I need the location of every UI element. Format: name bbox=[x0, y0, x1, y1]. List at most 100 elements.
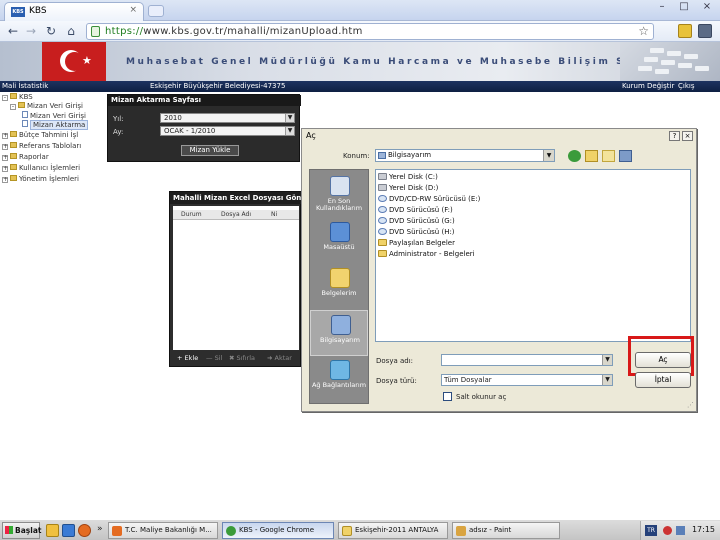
new-folder-icon[interactable] bbox=[602, 150, 615, 162]
start-button[interactable]: Başlat bbox=[2, 522, 41, 539]
tree-item-mizan-aktarma[interactable]: Mizan Aktarma bbox=[22, 120, 89, 130]
upload-toolbar: + Ekle — Sil ✖ Sıfırla ➜ Aktar bbox=[173, 352, 299, 364]
chevron-down-icon: ▼ bbox=[543, 150, 554, 161]
view-menu-icon[interactable] bbox=[619, 150, 632, 162]
folder-icon bbox=[342, 526, 352, 536]
tab-kbs[interactable]: KBS KBS × bbox=[4, 2, 144, 21]
ay-select[interactable]: OCAK - 1/2010 ▼ bbox=[160, 126, 295, 136]
quicklaunch-icon[interactable] bbox=[46, 524, 59, 537]
file-item-drive-c[interactable]: Yerel Disk (C:) bbox=[378, 172, 438, 182]
column-dosya-adi[interactable]: Dosya Adı bbox=[221, 210, 251, 220]
help-button[interactable]: ? bbox=[669, 131, 680, 141]
minimize-button[interactable]: – bbox=[652, 0, 672, 15]
mizan-aktarma-panel: Mizan Aktarma Sayfası Yıl: 2010 ▼ Ay: OCA… bbox=[107, 94, 301, 162]
dosya-adi-label: Dosya adı: bbox=[376, 357, 414, 365]
collapse-icon: - bbox=[2, 94, 8, 101]
url-text: https://www.kbs.gov.tr/mahalli/mizanUplo… bbox=[105, 26, 363, 37]
folder-icon bbox=[18, 102, 25, 108]
computer-icon bbox=[331, 315, 351, 335]
network-icon bbox=[330, 360, 350, 380]
mizan-yukle-button[interactable]: Mizan Yükle bbox=[181, 145, 239, 156]
column-ni[interactable]: Ni bbox=[271, 210, 277, 220]
up-folder-icon[interactable] bbox=[585, 150, 598, 162]
reload-icon[interactable]: ↻ bbox=[44, 23, 58, 39]
firefox-icon[interactable] bbox=[78, 524, 91, 537]
konum-select[interactable]: Bilgisayarım ▼ bbox=[375, 149, 555, 162]
dosya-adi-input[interactable]: ▼ bbox=[441, 354, 613, 366]
place-desktop[interactable]: Masaüstü bbox=[310, 218, 368, 264]
wrench-menu-icon[interactable] bbox=[698, 24, 712, 38]
new-tab-button[interactable] bbox=[148, 5, 164, 17]
bookmark-star-icon[interactable]: ☆ bbox=[638, 24, 649, 38]
place-network[interactable]: Ağ Bağlantılarım bbox=[310, 356, 368, 402]
dosya-turu-select[interactable]: Tüm Dosyalar ▼ bbox=[441, 374, 613, 386]
expand-icon: + bbox=[2, 165, 9, 172]
firefox-icon bbox=[112, 526, 122, 536]
tree-item-butce[interactable]: + Bütçe Tahmini İşl bbox=[2, 131, 78, 140]
file-item-admin-docs[interactable]: Administrator - Belgeleri bbox=[378, 249, 475, 259]
top-menubar: Mali İstatistik Eskişehir Büyükşehir Bel… bbox=[0, 81, 720, 92]
folder-icon bbox=[10, 142, 17, 148]
tree-item-mizan-veri-girisi[interactable]: Mizan Veri Girişi bbox=[22, 111, 86, 120]
file-item-drive-g[interactable]: DVD Sürücüsü (G:) bbox=[378, 216, 455, 226]
collapse-icon: - bbox=[10, 103, 16, 110]
security-icon[interactable] bbox=[663, 526, 672, 535]
place-my-computer[interactable]: Bilgisayarım bbox=[310, 310, 368, 356]
forward-icon[interactable]: → bbox=[24, 23, 38, 39]
file-item-shared-docs[interactable]: Paylaşılan Belgeler bbox=[378, 238, 455, 248]
ekle-button[interactable]: + Ekle bbox=[177, 352, 198, 364]
readonly-checkbox[interactable] bbox=[443, 392, 452, 401]
extension-icon[interactable] bbox=[678, 24, 692, 38]
back-arrow-icon[interactable] bbox=[568, 150, 581, 162]
more-arrows-icon[interactable]: » bbox=[97, 524, 103, 534]
task-maliye[interactable]: T.C. Maliye Bakanlığı M... bbox=[108, 522, 218, 539]
column-durum[interactable]: Durum bbox=[181, 210, 202, 220]
close-window-button[interactable]: × bbox=[697, 0, 717, 15]
sil-button[interactable]: — Sil bbox=[206, 352, 222, 364]
chevron-down-icon: ▼ bbox=[285, 127, 294, 135]
language-indicator[interactable]: TR bbox=[645, 525, 657, 536]
file-item-drive-h[interactable]: DVD Sürücüsü (H:) bbox=[378, 227, 455, 237]
place-recent[interactable]: En Son Kullandıklarım bbox=[310, 172, 368, 218]
quicklaunch-icon[interactable] bbox=[62, 524, 75, 537]
expand-icon: + bbox=[2, 132, 9, 139]
task-folder[interactable]: Eskişehir-2011 ANTALYA bbox=[338, 522, 448, 539]
place-documents[interactable]: Belgelerim bbox=[310, 264, 368, 310]
system-tray: TR 17:15 bbox=[640, 521, 720, 540]
volume-icon[interactable] bbox=[676, 526, 685, 535]
tree-item-raporlar[interactable]: + Raporlar bbox=[2, 153, 49, 162]
cancel-button[interactable]: İptal bbox=[635, 372, 691, 388]
file-list: Yerel Disk (C:) Yerel Disk (D:) DVD/CD-R… bbox=[375, 169, 691, 342]
address-bar[interactable]: https://www.kbs.gov.tr/mahalli/mizanUplo… bbox=[86, 23, 654, 40]
documents-icon bbox=[330, 268, 350, 288]
clock-icon bbox=[330, 176, 350, 196]
aktar-button[interactable]: ➜ Aktar bbox=[267, 352, 292, 364]
home-icon[interactable]: ⌂ bbox=[64, 23, 78, 39]
yil-select[interactable]: 2010 ▼ bbox=[160, 113, 295, 123]
folder-icon bbox=[378, 239, 387, 246]
kbs-favicon-icon: KBS bbox=[11, 7, 25, 17]
tree-item-kbs[interactable]: - KBS bbox=[2, 93, 33, 102]
panel-title: Mizan Aktarma Sayfası bbox=[108, 95, 301, 106]
maximize-button[interactable]: □ bbox=[674, 0, 694, 15]
tree-item-kullanici[interactable]: + Kullanıcı İşlemleri bbox=[2, 164, 80, 173]
file-item-drive-d[interactable]: Yerel Disk (D:) bbox=[378, 183, 438, 193]
tree-item-yonetim[interactable]: + Yönetim İşlemleri bbox=[2, 175, 79, 184]
menu-kurum-degistir[interactable]: Kurum Değiştir bbox=[622, 81, 674, 92]
resize-grip-icon[interactable]: ⋰ bbox=[687, 401, 694, 409]
menu-cikis[interactable]: Çıkış bbox=[678, 81, 694, 92]
sifirla-button[interactable]: ✖ Sıfırla bbox=[229, 352, 255, 364]
file-item-drive-f[interactable]: DVD Sürücüsü (F:) bbox=[378, 205, 453, 215]
folder-icon bbox=[10, 153, 17, 159]
tab-close-icon[interactable]: × bbox=[129, 5, 137, 15]
tree-item-referans[interactable]: + Referans Tabloları bbox=[2, 142, 81, 151]
file-item-drive-e[interactable]: DVD/CD-RW Sürücüsü (E:) bbox=[378, 194, 480, 204]
upload-panel-title: Mahalli Mizan Excel Dosyası Gönderim bbox=[170, 192, 302, 204]
task-chrome[interactable]: KBS - Google Chrome bbox=[222, 522, 334, 539]
chevron-down-icon: ▼ bbox=[602, 355, 612, 365]
tree-item-mizan[interactable]: - Mizan Veri Girişi bbox=[10, 102, 83, 111]
dialog-close-button[interactable]: × bbox=[682, 131, 693, 141]
back-icon[interactable]: ← bbox=[6, 23, 20, 39]
task-paint[interactable]: adsız - Paint bbox=[452, 522, 560, 539]
menu-mali-istatistik[interactable]: Mali İstatistik bbox=[2, 81, 48, 92]
